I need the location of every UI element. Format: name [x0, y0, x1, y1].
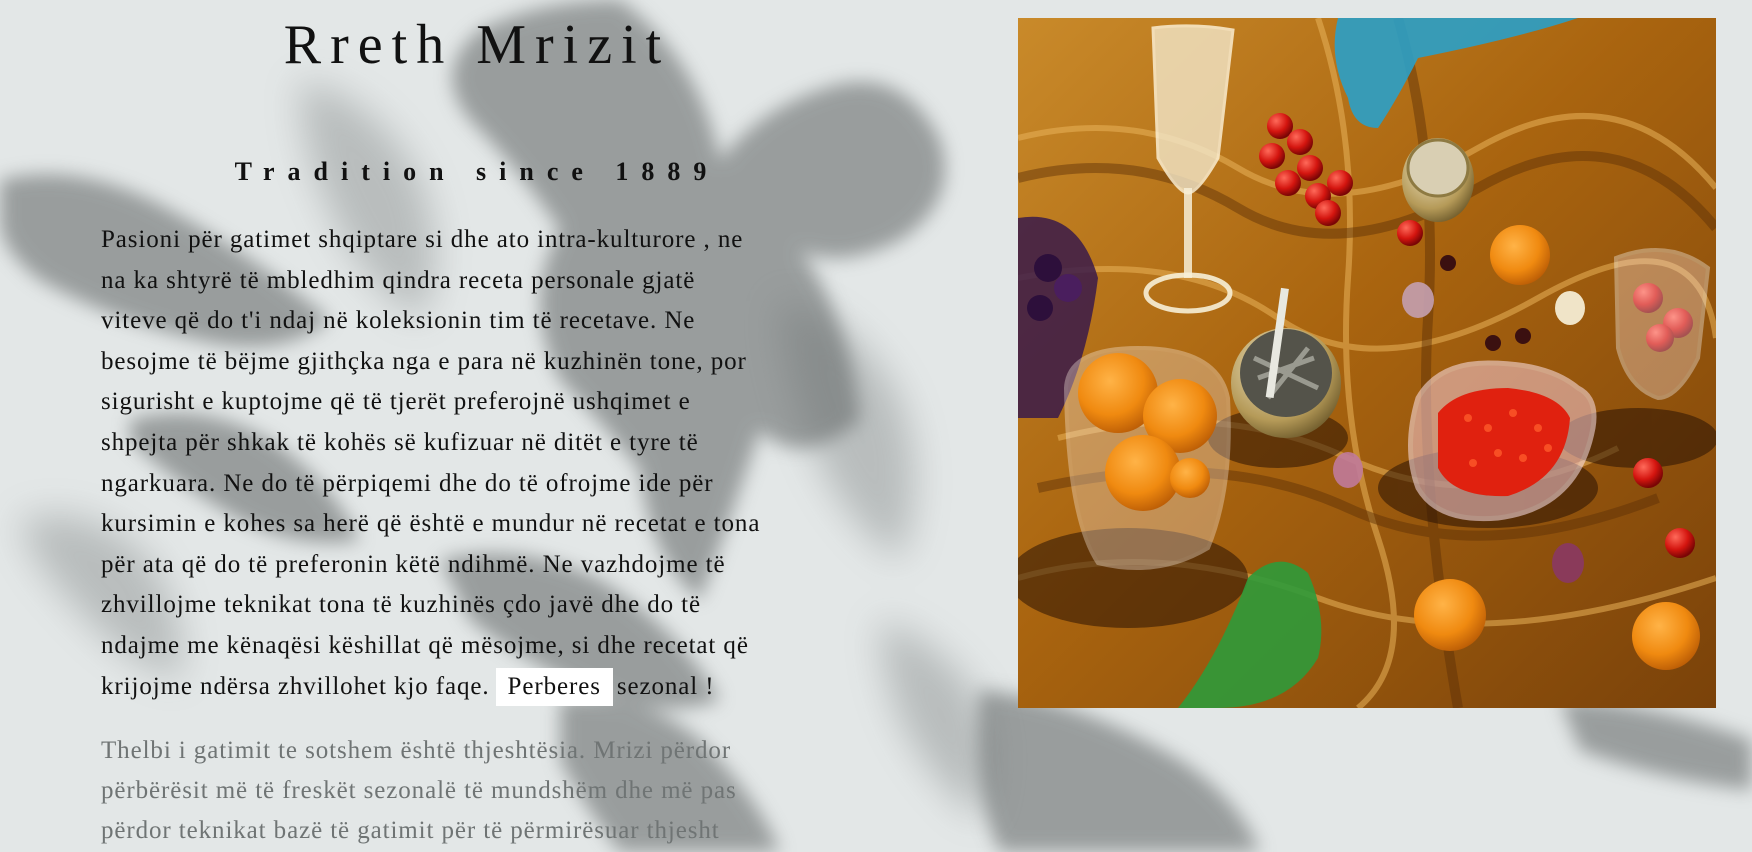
paragraph-line: besojme të bëjme gjithçka nga e para në … [101, 347, 747, 375]
paragraph-line: Pasioni për gatimet shqiptare si dhe ato… [101, 226, 744, 253]
paragraph-line: sigurisht e kuptojme që të tjerët prefer… [101, 388, 691, 416]
paragraph-line: zhvillojme teknikat tona të kuzhinës çdo… [101, 591, 702, 619]
paragraph-line: për ata që do të preferonin këtë ndihmë.… [101, 550, 726, 578]
paragraph-text: sezonal ! [616, 672, 715, 700]
paragraph-line: kursimin e kohes sa herë që është e mund… [101, 510, 761, 538]
essence-line: përbërësit më të freskët sezonalë të mun… [101, 777, 737, 804]
paragraph-line: ndajme me kënaqësi këshillat që mësojme,… [101, 631, 749, 659]
paragraph-line: ngarkuara. Ne do të përpiqemi dhe do të … [101, 469, 714, 497]
ingredients-button[interactable]: Perberes [495, 667, 613, 706]
paragraph-line: na ka shtyrë të mbledhim qindra receta p… [101, 266, 696, 294]
still-life-food-photo [1018, 18, 1716, 708]
photo-illustration [1018, 18, 1716, 708]
paragraph-line: viteve që do t'i ndaj në koleksionin tim… [101, 307, 696, 335]
page-title: Rreth Mrizit [283, 14, 671, 76]
about-paragraph: Pasioni për gatimet shqiptare si dhe ato… [101, 220, 861, 707]
essence-paragraph: Thelbi i gatimit te sotshem është thjesh… [101, 731, 861, 851]
essence-line: përdor teknikat bazë të gatimit për të p… [101, 817, 720, 844]
paragraph-line: shpejta për shkak të kohës së kufizuar n… [101, 428, 699, 456]
paragraph-text: krijojme ndërsa zhvillohet kjo faqe. [101, 672, 490, 700]
subtitle: Tradition since 1889 [234, 157, 720, 186]
paragraph-last-line: krijojme ndërsa zhvillohet kjo faqe. Perb… [101, 667, 861, 708]
essence-line: Thelbi i gatimit te sotshem është thjesh… [101, 737, 732, 764]
